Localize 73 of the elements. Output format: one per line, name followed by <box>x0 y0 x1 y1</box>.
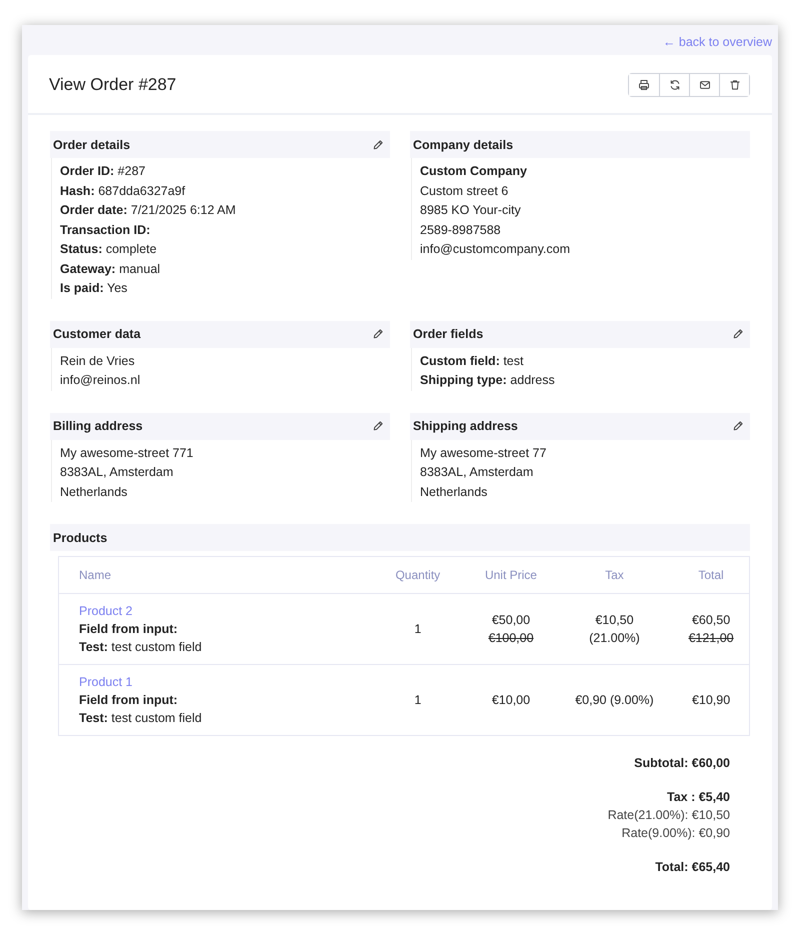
pencil-icon <box>372 420 384 432</box>
detail-text: Gateway: manual <box>60 260 162 278</box>
pencil-icon <box>372 328 384 340</box>
edit-button[interactable] <box>732 328 744 340</box>
pencil-icon <box>732 328 744 340</box>
detail-text: Netherlands <box>60 484 128 500</box>
tax-text: €10,50 <box>594 612 635 629</box>
detail-text: Status: complete <box>60 241 158 258</box>
product-field: Test: test custom field <box>79 638 370 656</box>
detail-text: My awesome-street 771 <box>60 444 194 462</box>
total-text: Rate(21.00%): €10,50 <box>608 807 730 824</box>
detail-text: info@customcompany.com <box>420 241 572 258</box>
page-title: View Order #287 <box>49 75 176 95</box>
column-header: Name <box>59 557 370 594</box>
total-text: Tax : €5,40 <box>666 789 730 806</box>
tax-text: (21.00%) <box>588 630 641 647</box>
column-header: Total <box>673 557 749 594</box>
quantity-text: 1 <box>413 692 422 709</box>
section-title: Billing address <box>53 419 143 433</box>
section-title: Company details <box>413 138 514 152</box>
detail-text: Custom street 6 <box>420 182 510 200</box>
detail-text: 8383AL, Amsterdam <box>420 464 534 481</box>
edit-button[interactable] <box>372 420 384 432</box>
total-text: Rate(9.00%): €0,90 <box>622 825 730 842</box>
back-link[interactable]: ← back to overview <box>662 35 772 49</box>
detail-text: 8383AL, Amsterdam <box>60 464 174 481</box>
detail-text: Custom Company <box>420 163 528 180</box>
section-title: Shipping address <box>413 419 518 433</box>
mail-icon <box>698 79 710 91</box>
column-header: Tax <box>556 557 674 594</box>
detail-text: Is paid: Yes <box>60 280 128 297</box>
original-price-text: €100,00 <box>487 630 535 647</box>
tax-text: €0,90 (9.00%) <box>574 692 655 709</box>
detail-text: 8985 KO Your-city <box>420 202 522 219</box>
total-text: Subtotal: €60,00 <box>634 755 730 772</box>
detail-text: Hash: 687dda6327a9f <box>60 182 186 200</box>
product-field: Field from input: <box>79 691 370 709</box>
product-field: Test: test custom field <box>79 709 370 727</box>
detail-text: Order ID: #287 <box>60 163 146 180</box>
section-title: Products <box>53 530 108 544</box>
column-header: Quantity <box>370 557 466 594</box>
price-text: €60,50 <box>690 612 732 629</box>
product-link[interactable]: Product 2 <box>79 604 133 618</box>
detail-text: Shipping type: address <box>420 372 556 389</box>
detail-text: info@reinos.nl <box>60 372 142 389</box>
pencil-icon <box>372 138 384 150</box>
detail-text: Custom field: test <box>420 352 524 370</box>
product-field: Field from input: <box>79 620 370 638</box>
original-price-text: €121,00 <box>687 630 735 647</box>
trash-icon <box>728 79 740 91</box>
column-header: Unit Price <box>466 557 556 594</box>
pencil-icon <box>732 420 744 432</box>
edit-button[interactable] <box>372 138 384 150</box>
total-text: Total: €65,40 <box>655 859 730 876</box>
detail-text: Netherlands <box>420 484 488 500</box>
price-text: €50,00 <box>490 612 532 629</box>
product-link[interactable]: Product 1 <box>79 675 133 689</box>
detail-text: Order date: 7/21/2025 6:12 AM <box>60 202 237 219</box>
detail-text: 2589-8987588 <box>420 222 502 238</box>
detail-text: Rein de Vries <box>60 352 136 370</box>
section-title: Order details <box>53 138 130 152</box>
detail-text: Transaction ID: <box>60 222 152 238</box>
quantity-text: 1 <box>413 621 422 638</box>
printer-icon <box>638 79 650 91</box>
refresh-icon <box>668 79 680 91</box>
trash-button[interactable] <box>719 74 749 96</box>
price-text: €10,90 <box>690 692 732 709</box>
section-title: Order fields <box>413 327 484 341</box>
edit-button[interactable] <box>372 328 384 340</box>
edit-button[interactable] <box>732 420 744 432</box>
price-text: €10,00 <box>490 692 532 709</box>
detail-text: My awesome-street 77 <box>420 444 548 462</box>
section-title: Customer data <box>53 327 141 341</box>
